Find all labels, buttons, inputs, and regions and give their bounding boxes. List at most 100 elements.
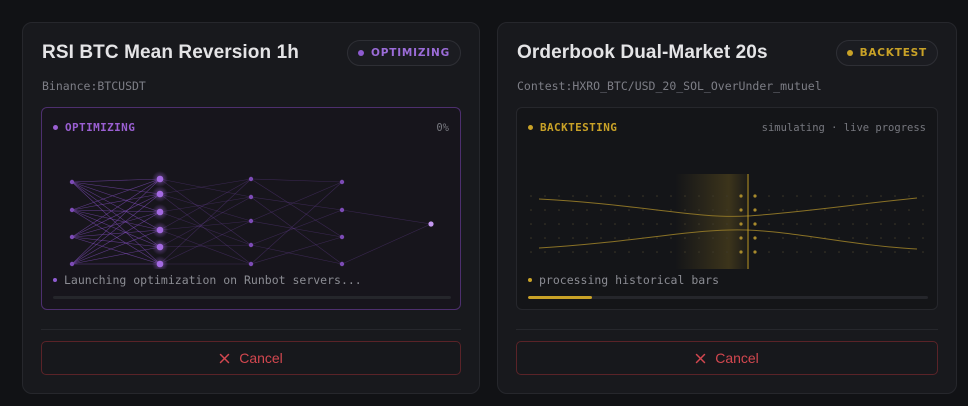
grid-dot (866, 209, 868, 211)
grid-dot (810, 251, 812, 253)
grid-dot (782, 251, 784, 253)
grid-dot (642, 195, 644, 197)
grid-dot (530, 195, 532, 197)
grid-dot (768, 223, 770, 225)
job-title: Orderbook Dual-Market 20s (517, 42, 768, 63)
grid-dot (753, 236, 757, 240)
network-edge (159, 220, 252, 265)
network-edge (250, 196, 343, 265)
grid-dot (838, 209, 840, 211)
cancel-button[interactable]: Cancel (41, 341, 461, 375)
grid-dot (880, 237, 882, 239)
network-node (156, 175, 164, 183)
network-edge (341, 223, 432, 265)
cancel-button[interactable]: Cancel (516, 341, 938, 375)
grid-dot (698, 251, 700, 253)
grid-dot (739, 208, 743, 212)
grid-dot (656, 223, 658, 225)
grid-dot (614, 237, 616, 239)
cancel-button-label: Cancel (715, 350, 759, 366)
grid-dot (642, 251, 644, 253)
grid-dot (894, 237, 896, 239)
network-node (248, 176, 254, 182)
network-edge (250, 181, 343, 265)
grid-dot (782, 223, 784, 225)
grid-dot (614, 251, 616, 253)
network-edge (159, 178, 252, 198)
grid-dot (558, 237, 560, 239)
grid-dot (642, 223, 644, 225)
grid-dot (698, 237, 700, 239)
network-node (156, 190, 164, 198)
grid-dot (572, 223, 574, 225)
grid-dot (922, 251, 924, 253)
job-title: RSI BTC Mean Reversion 1h (42, 42, 299, 63)
status-dot-icon (846, 50, 853, 56)
grid-dot (544, 195, 546, 197)
grid-dot (922, 209, 924, 211)
status-badge: OPTIMIZING (347, 40, 461, 66)
grid-dot (530, 223, 532, 225)
network-edge (250, 244, 343, 265)
grid-dot (894, 251, 896, 253)
grid-dot (908, 251, 910, 253)
status-dot-icon (358, 50, 365, 56)
panel-status-label: OPTIMIZING (65, 121, 136, 134)
network-edge (71, 236, 161, 248)
grid-dot (739, 250, 743, 254)
network-node (156, 208, 164, 216)
grid-dot (768, 237, 770, 239)
grid-dot (586, 223, 588, 225)
grid-dot (586, 251, 588, 253)
grid-dot (739, 222, 743, 226)
grid-dot (768, 251, 770, 253)
message-dot-icon (528, 278, 532, 282)
grid-dot (908, 237, 910, 239)
grid-dot (726, 251, 728, 253)
grid-dot (656, 251, 658, 253)
grid-dot (628, 251, 630, 253)
grid-dot (698, 195, 700, 197)
status-dot-icon (528, 125, 533, 130)
grid-dot (782, 195, 784, 197)
network-node (69, 207, 75, 213)
grid-dot (726, 237, 728, 239)
network-edge (71, 209, 161, 213)
grid-dot (726, 195, 728, 197)
grid-dot (586, 237, 588, 239)
network-edge (341, 209, 432, 225)
job-market: Contest:HXRO_BTC/USD_20_SOL_OverUnder_mu… (517, 79, 822, 93)
grid-dot (712, 195, 714, 197)
divider (516, 329, 938, 330)
grid-dot (838, 223, 840, 225)
grid-dot (782, 237, 784, 239)
grid-dot (712, 223, 714, 225)
grid-dot (712, 251, 714, 253)
panel-message: processing historical bars (528, 273, 719, 287)
status-badge-label: BACKTEST (859, 47, 927, 59)
grid-dot (866, 251, 868, 253)
grid-dot (838, 237, 840, 239)
grid-dot (628, 237, 630, 239)
close-icon (695, 353, 706, 363)
grid-dot (753, 194, 757, 198)
grid-dot (656, 195, 658, 197)
grid-dot (782, 209, 784, 211)
grid-dot (810, 195, 812, 197)
network-node (428, 221, 434, 227)
optimization-progress-panel: OPTIMIZING 0% inputhiddenhiddenhiddensco… (41, 107, 461, 310)
price-bands-visualization (530, 174, 924, 269)
grid-dot (628, 223, 630, 225)
grid-dot (670, 237, 672, 239)
status-dot-icon (53, 125, 58, 130)
grid-dot (838, 251, 840, 253)
grid-dot (739, 236, 743, 240)
grid-dot (712, 237, 714, 239)
grid-dot (684, 223, 686, 225)
grid-dot (880, 223, 882, 225)
panel-status-label: BACKTESTING (540, 121, 618, 134)
grid-dot (768, 209, 770, 211)
grid-dot (796, 195, 798, 197)
network-edge (71, 193, 161, 265)
grid-dot (558, 195, 560, 197)
